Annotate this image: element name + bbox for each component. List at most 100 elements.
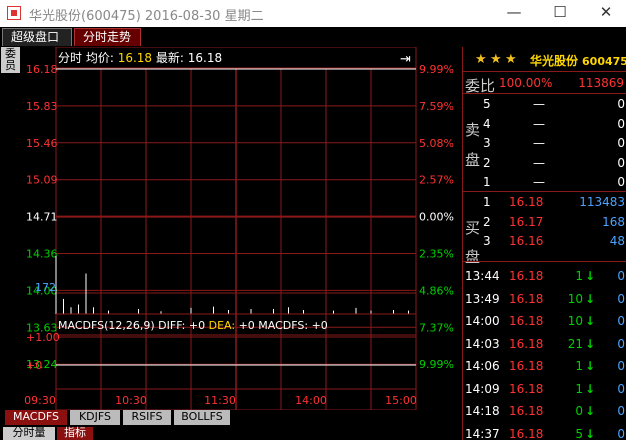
app-icon <box>7 6 21 20</box>
latest-price-value: 16.18 <box>188 51 222 65</box>
sell-price: — <box>533 136 545 150</box>
trade-price: 16.18 <box>509 404 544 418</box>
indicator-tab-bollfs[interactable]: BOLLFS <box>174 410 230 425</box>
sell-volume: 0 <box>617 116 625 131</box>
sell-volume: 0 <box>617 175 625 189</box>
trade-time: 14:06 <box>465 359 500 373</box>
buy-price: 16.16 <box>509 234 544 248</box>
trade-extra: 0 <box>617 359 625 373</box>
divider <box>463 93 626 94</box>
minimize-button[interactable]: — <box>491 0 537 27</box>
price-tick-label: 14.71 <box>26 211 58 224</box>
price-tick-label: 16.18 <box>26 63 58 76</box>
buy-volume: 48 <box>609 234 625 248</box>
trade-volume: 1 <box>575 269 583 283</box>
down-arrow-icon: ↓ <box>585 426 596 440</box>
sell-label: 卖 <box>465 121 481 139</box>
intraday-chart[interactable]: 分时 均价: 16.18 最新: 16.18 ⇥ 16.18 9.99% 15.83 7.… <box>0 47 462 410</box>
pct-tick-label: 9.99% <box>419 358 454 371</box>
down-arrow-icon: ↓ <box>585 291 596 306</box>
avg-price-value: 16.18 <box>118 51 152 65</box>
macd-header-part: DIFF: <box>158 319 189 332</box>
volume-tick-label: 172 <box>35 281 56 294</box>
window-title: 华光股份(600475) 2016-08-30 星期二 <box>29 9 264 24</box>
trade-price: 16.18 <box>509 336 544 351</box>
macd-tick-label: +1.00 <box>26 331 60 344</box>
trade-volume: 10 <box>567 314 583 328</box>
trade-volume: 1 <box>575 381 583 396</box>
trade-time: 14:18 <box>465 404 500 418</box>
committee-ratio: 100.00% <box>499 76 553 90</box>
macd-header-part: +0 <box>239 319 259 332</box>
trade-volume: 1 <box>575 359 583 373</box>
bottom-tab-bar: 分时量 指标 <box>0 427 462 440</box>
tab-indicator[interactable]: 指标 <box>57 427 93 440</box>
macd-header-part: +0 <box>189 319 209 332</box>
sell-level: 2 <box>483 155 491 170</box>
title-bar: 华光股份(600475) 2016-08-30 星期二 — ☐ ✕ <box>0 0 626 27</box>
left-vertical-tab[interactable]: 委员 <box>1 47 20 73</box>
trade-time: 14:09 <box>465 381 500 396</box>
indicator-tab-kdjfs[interactable]: KDJFS <box>70 410 120 425</box>
buy-price: 16.18 <box>509 195 544 209</box>
sell-price: — <box>533 116 545 131</box>
macd-header: MACDFS(12,26,9) DIFF: +0 DEA: +0 MACDFS:… <box>58 319 328 332</box>
trade-time: 13:49 <box>465 291 500 306</box>
trade-volume: 0 <box>575 404 583 418</box>
maximize-button[interactable]: ☐ <box>537 0 583 27</box>
committee-diff: 113869 <box>578 76 624 90</box>
chart-header-label: 最新: <box>152 50 188 65</box>
price-tick-label: 15.09 <box>26 174 58 187</box>
trade-extra: 0 <box>617 269 625 283</box>
sell-level: 1 <box>483 175 491 189</box>
down-arrow-icon: ↓ <box>585 404 596 418</box>
buy-label: 买 <box>465 219 481 237</box>
trade-price: 16.18 <box>509 426 544 440</box>
time-tick-label: 09:30 <box>24 394 56 407</box>
star-icon: ★ <box>490 52 502 67</box>
sell-label: 盘 <box>465 151 481 169</box>
sell-level: 3 <box>483 136 491 150</box>
top-tab-bar: 超级盘口 分时走势 <box>0 28 626 46</box>
sell-volume: 0 <box>617 136 625 150</box>
macd-header-part: MACDFS: <box>258 319 311 332</box>
chart-canvas: 分时 均价: 16.18 最新: 16.18 ⇥ 16.18 9.99% 15.83 7.… <box>24 47 454 410</box>
indicator-tab-bar: MACDFS KDJFS RSIFS BOLLFS <box>0 410 462 426</box>
divider <box>463 191 626 192</box>
expand-icon: ⇥ <box>400 52 411 67</box>
buy-label: 盘 <box>465 248 481 266</box>
trade-price: 16.18 <box>509 269 544 283</box>
macd-header-part: +0 <box>312 319 328 332</box>
stock-code: 600475 <box>582 55 626 68</box>
star-icon: ★ <box>475 52 487 67</box>
pct-tick-label: 0.00% <box>419 211 454 224</box>
trade-volume: 5 <box>575 426 583 440</box>
pct-tick-label: 2.35% <box>419 248 454 261</box>
time-tick-label: 15:00 <box>385 394 417 407</box>
sell-volume: 0 <box>617 97 625 111</box>
close-button[interactable]: ✕ <box>583 0 626 27</box>
sell-price: — <box>533 155 545 170</box>
stock-name-text: 华光股份 <box>530 54 579 68</box>
sell-price: — <box>533 175 545 189</box>
trade-extra: 0 <box>617 381 625 396</box>
trade-time: 13:44 <box>465 269 500 283</box>
pct-tick-label: 9.99% <box>419 63 454 76</box>
tab-volume[interactable]: 分时量 <box>3 427 55 440</box>
trade-volume: 21 <box>567 336 583 351</box>
sell-level: 4 <box>483 116 491 131</box>
indicator-tab-macdfs[interactable]: MACDFS <box>5 410 67 425</box>
trade-price: 16.18 <box>509 314 544 328</box>
tab-intraday[interactable]: 分时走势 <box>74 28 141 46</box>
divider <box>463 71 626 72</box>
star-icon: ★ <box>505 52 517 67</box>
indicator-tab-rsifs[interactable]: RSIFS <box>123 410 171 425</box>
trade-price: 16.18 <box>509 381 544 396</box>
macd-header-part: MACDFS(12,26,9) <box>58 319 158 332</box>
macd-header-part: DEA: <box>209 319 239 332</box>
tab-super-quote[interactable]: 超级盘口 <box>2 28 72 46</box>
trade-volume: 10 <box>567 291 583 306</box>
buy-price: 16.17 <box>509 214 544 229</box>
stock-name: 华光股份 600475 <box>530 52 626 69</box>
price-tick-label: 14.36 <box>26 248 58 261</box>
